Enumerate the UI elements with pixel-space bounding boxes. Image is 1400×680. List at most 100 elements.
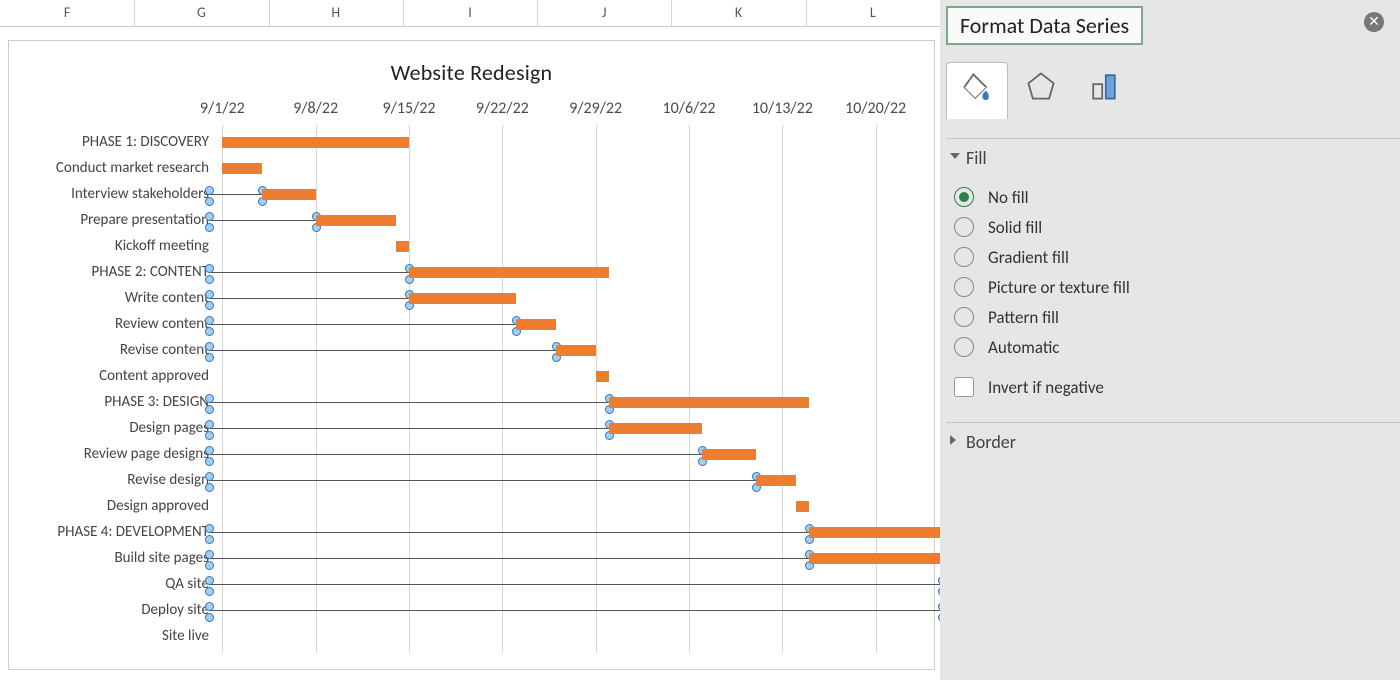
- selection-handle[interactable]: [205, 576, 214, 585]
- tab-effects[interactable]: [1011, 62, 1071, 118]
- gantt-bar[interactable]: [596, 371, 609, 382]
- tab-series-options[interactable]: [1074, 62, 1134, 118]
- column-header[interactable]: K: [671, 0, 806, 26]
- task-label: PHASE 1: DISCOVERY: [9, 133, 217, 151]
- x-tick-label: 9/22/22: [476, 99, 529, 118]
- fill-radio[interactable]: No fill: [954, 182, 1130, 212]
- leader-line[interactable]: [209, 610, 942, 611]
- selection-handle[interactable]: [205, 275, 214, 284]
- gridline: [782, 125, 783, 653]
- task-label: Revise design: [9, 471, 217, 489]
- leader-line[interactable]: [209, 350, 556, 351]
- invert-checkbox[interactable]: Invert if negative: [954, 372, 1130, 402]
- gantt-bar[interactable]: [262, 189, 315, 200]
- selection-handle[interactable]: [205, 446, 214, 455]
- gantt-bar[interactable]: [396, 241, 409, 252]
- paint-bucket-icon: [959, 69, 995, 105]
- selection-handle[interactable]: [205, 186, 214, 195]
- fill-radio[interactable]: Solid fill: [954, 212, 1130, 242]
- fill-radio-label: Automatic: [988, 337, 1060, 358]
- column-header[interactable]: H: [269, 0, 404, 26]
- gantt-bar[interactable]: [609, 423, 702, 434]
- gantt-bar[interactable]: [556, 345, 596, 356]
- selection-handle[interactable]: [205, 535, 214, 544]
- fill-radio[interactable]: Pattern fill: [954, 302, 1130, 332]
- leader-line[interactable]: [209, 558, 809, 559]
- leader-line[interactable]: [209, 324, 516, 325]
- selection-handle[interactable]: [205, 472, 214, 481]
- selection-handle[interactable]: [205, 587, 214, 596]
- plot-area[interactable]: 9/1/229/8/229/15/229/22/229/29/2210/6/22…: [209, 137, 929, 653]
- gantt-bar[interactable]: [756, 475, 796, 486]
- selection-handle[interactable]: [205, 483, 214, 492]
- leader-line[interactable]: [209, 272, 409, 273]
- section-border[interactable]: Border: [946, 422, 1400, 461]
- selection-handle[interactable]: [205, 602, 214, 611]
- gridline: [596, 125, 597, 653]
- selection-handle[interactable]: [205, 550, 214, 559]
- selection-handle[interactable]: [205, 457, 214, 466]
- gantt-bar[interactable]: [609, 397, 809, 408]
- selection-handle[interactable]: [205, 561, 214, 570]
- gantt-bar[interactable]: [409, 293, 516, 304]
- selection-handle[interactable]: [205, 353, 214, 362]
- column-header[interactable]: L: [806, 0, 941, 26]
- selection-handle[interactable]: [205, 405, 214, 414]
- leader-line[interactable]: [209, 220, 316, 221]
- selection-handle[interactable]: [205, 342, 214, 351]
- leader-line[interactable]: [209, 194, 262, 195]
- selection-handle[interactable]: [205, 613, 214, 622]
- x-tick-label: 9/1/22: [200, 99, 245, 118]
- column-header[interactable]: I: [403, 0, 538, 26]
- section-fill[interactable]: Fill: [946, 138, 1400, 177]
- tab-fill-line[interactable]: [946, 62, 1008, 119]
- x-tick-label: 9/15/22: [383, 99, 436, 118]
- gridline: [502, 125, 503, 653]
- leader-line[interactable]: [209, 428, 609, 429]
- selection-handle[interactable]: [205, 431, 214, 440]
- task-label: PHASE 2: CONTENT: [9, 263, 217, 281]
- column-header[interactable]: G: [134, 0, 269, 26]
- fill-radio-label: Solid fill: [988, 217, 1042, 238]
- column-header[interactable]: F: [0, 0, 135, 26]
- close-icon[interactable]: ✕: [1364, 12, 1384, 32]
- gantt-bar[interactable]: [222, 163, 262, 174]
- leader-line[interactable]: [209, 454, 702, 455]
- task-label: PHASE 3: DESIGN: [9, 393, 217, 411]
- gantt-bar[interactable]: [222, 137, 409, 148]
- gantt-bar[interactable]: [809, 553, 942, 564]
- selection-handle[interactable]: [205, 223, 214, 232]
- fill-radio-label: Gradient fill: [988, 247, 1069, 268]
- selection-handle[interactable]: [205, 212, 214, 221]
- leader-line[interactable]: [209, 584, 942, 585]
- fill-radio[interactable]: Automatic: [954, 332, 1130, 362]
- gantt-chart[interactable]: Website Redesign 9/1/229/8/229/15/229/22…: [8, 40, 935, 670]
- column-header-row: FGHIJKL: [0, 0, 940, 27]
- gantt-bar[interactable]: [702, 449, 755, 460]
- gantt-bar[interactable]: [796, 501, 809, 512]
- x-tick-label: 10/13/22: [752, 99, 813, 118]
- selection-handle[interactable]: [205, 301, 214, 310]
- fill-radio[interactable]: Picture or texture fill: [954, 272, 1130, 302]
- task-label: Deploy site: [9, 601, 217, 619]
- leader-line[interactable]: [209, 402, 609, 403]
- selection-handle[interactable]: [205, 316, 214, 325]
- selection-handle[interactable]: [205, 394, 214, 403]
- fill-radio[interactable]: Gradient fill: [954, 242, 1130, 272]
- selection-handle[interactable]: [205, 327, 214, 336]
- selection-handle[interactable]: [205, 197, 214, 206]
- gantt-bar[interactable]: [516, 319, 556, 330]
- leader-line[interactable]: [209, 532, 809, 533]
- leader-line[interactable]: [209, 298, 409, 299]
- selection-handle[interactable]: [205, 290, 214, 299]
- gridline: [689, 125, 690, 653]
- task-label: Review page designs: [9, 445, 217, 463]
- selection-handle[interactable]: [205, 264, 214, 273]
- selection-handle[interactable]: [205, 524, 214, 533]
- gridline: [876, 125, 877, 653]
- gantt-bar[interactable]: [409, 267, 609, 278]
- selection-handle[interactable]: [205, 420, 214, 429]
- leader-line[interactable]: [209, 480, 756, 481]
- gantt-bar[interactable]: [316, 215, 396, 226]
- column-header[interactable]: J: [537, 0, 672, 26]
